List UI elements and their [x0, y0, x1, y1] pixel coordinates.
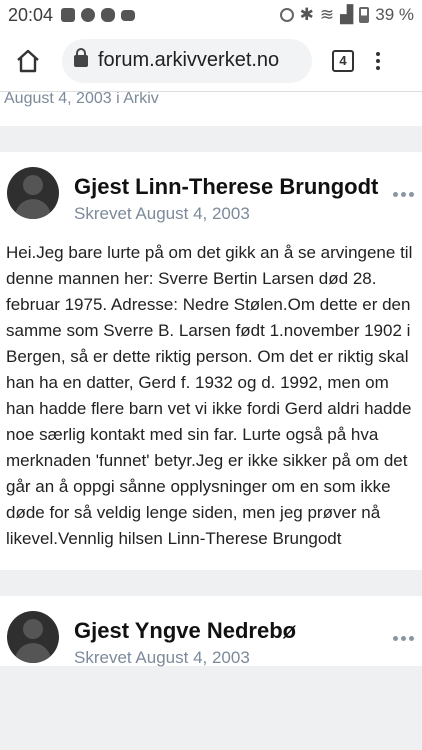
dot-icon — [393, 636, 398, 641]
post-header: Gjest Yngve Nedrebø Skrevet August 4, 20… — [0, 596, 422, 668]
battery-icon — [359, 7, 370, 23]
post-options-button[interactable] — [393, 636, 414, 641]
system-icons: ✱ ≋ ▟ 39 % — [279, 5, 414, 25]
facebook-icon — [81, 8, 96, 22]
avatar[interactable] — [7, 611, 59, 663]
status-time: 20:04 — [8, 4, 54, 25]
dot-icon — [393, 192, 398, 197]
previous-post-meta: August 4, 2003 i Arkiv — [4, 92, 159, 107]
address-bar[interactable]: forum.arkivverket.no — [62, 38, 312, 83]
dot-icon — [401, 636, 406, 641]
post-author[interactable]: Gjest Linn-Therese Brungodt — [74, 174, 392, 200]
dot-icon — [409, 636, 414, 641]
gallery-icon — [61, 8, 76, 22]
tab-switcher-button[interactable]: 4 — [332, 49, 354, 72]
post-header: Gjest Linn-Therese Brungodt Skrevet Augu… — [0, 152, 422, 224]
bluetooth-icon: ✱ — [299, 5, 314, 24]
menu-dot-icon — [376, 58, 380, 63]
post: Gjest Yngve Nedrebø Skrevet August 4, 20… — [0, 596, 422, 668]
signal-icon: ▟ — [340, 5, 354, 24]
post-options-button[interactable] — [393, 192, 414, 197]
wifi-icon: ≋ — [319, 5, 335, 24]
post-date[interactable]: Skrevet August 4, 2003 — [74, 648, 250, 668]
snapchat-icon — [101, 8, 116, 22]
post-body: Hei.Jeg bare lurte på om det gikk an å s… — [6, 243, 413, 548]
dot-icon — [409, 192, 414, 197]
youtube-icon — [121, 9, 136, 21]
menu-dot-icon — [376, 65, 380, 70]
dot-icon — [401, 192, 406, 197]
post: Gjest Linn-Therese Brungodt Skrevet Augu… — [0, 152, 422, 570]
status-bar: 20:04 ✱ ≋ ▟ 39 % — [0, 0, 422, 30]
forum-thread: August 4, 2003 i Arkiv Gjest Linn-Theres… — [0, 92, 422, 750]
overflow-menu-button[interactable] — [376, 51, 380, 70]
alarm-icon — [279, 8, 294, 22]
lock-icon — [74, 47, 88, 67]
post-author[interactable]: Gjest Yngve Nedrebø — [74, 618, 392, 644]
notification-icons — [61, 8, 136, 22]
post-date[interactable]: Skrevet August 4, 2003 — [74, 204, 250, 224]
url-text: forum.arkivverket.no — [98, 49, 280, 71]
home-icon — [17, 49, 39, 72]
menu-dot-icon — [376, 51, 380, 56]
avatar[interactable] — [7, 167, 59, 219]
previous-post-card: August 4, 2003 i Arkiv — [0, 92, 422, 126]
browser-toolbar: forum.arkivverket.no 4 — [0, 30, 422, 92]
battery-level: 39 % — [375, 5, 414, 24]
home-button[interactable] — [10, 43, 46, 79]
